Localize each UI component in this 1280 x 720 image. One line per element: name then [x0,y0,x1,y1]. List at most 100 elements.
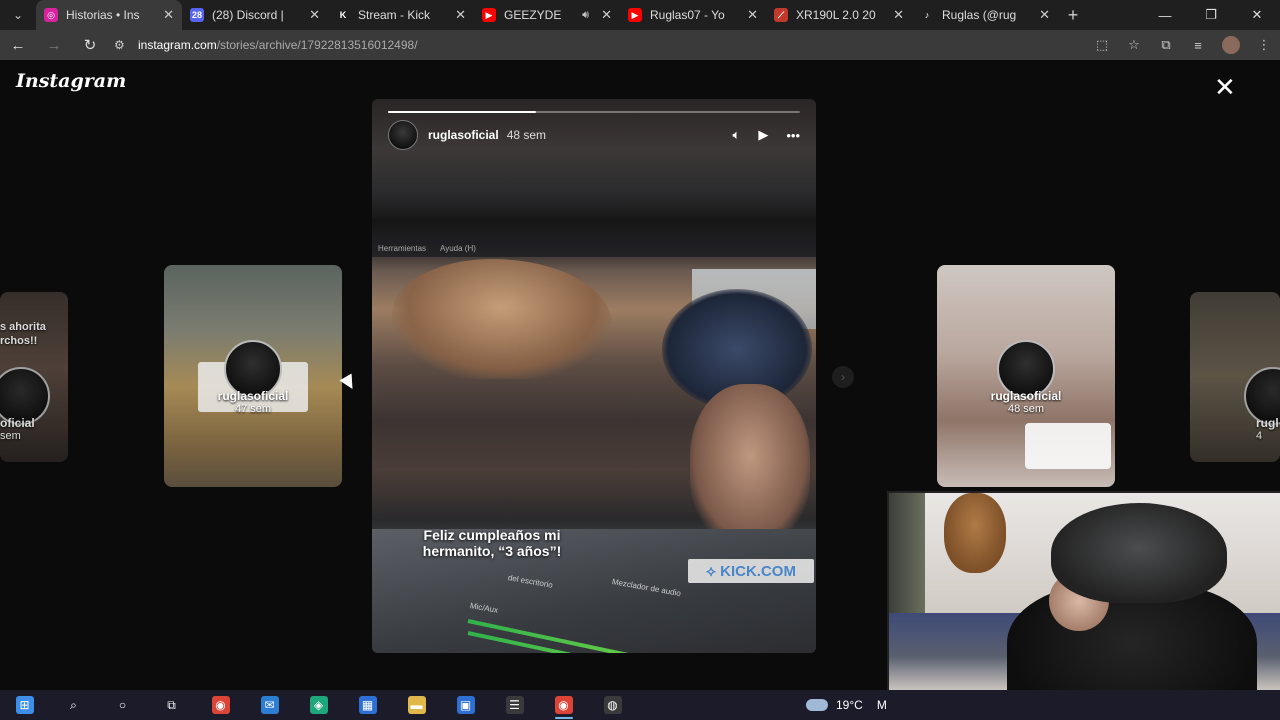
tab-title: (28) Discord | [212,8,284,22]
taskbar-explorer-button[interactable]: ▬ [392,690,441,720]
url-path: /stories/archive/17922813516012498/ [216,38,418,52]
taskbar-weather[interactable]: 19°C M [806,690,887,720]
back-arrow-icon[interactable]: ← [0,30,36,60]
new-tab-button[interactable]: + [1058,0,1088,30]
play-icon[interactable]: ▶ [758,127,768,143]
story-preview-previous[interactable]: ruglasoficial 47 sem [164,265,342,487]
preview-text: s ahorita rchos!! [0,321,46,347]
next-story-arrow-icon[interactable]: › [832,366,854,388]
forward-arrow-icon[interactable]: → [36,30,72,60]
taskbar-mail-button[interactable]: ✉ [245,690,294,720]
browser-tab[interactable]: ⟋ XR190L 2.0 20 ✕ [766,0,912,30]
obs-icon: ◍ [603,696,622,714]
story-avatar[interactable] [388,120,418,150]
site-info-icon[interactable]: ⚙ [114,38,138,52]
taskbar-store-button[interactable]: ▦ [343,690,392,720]
minimize-button[interactable]: — [1142,0,1188,30]
profile-avatar[interactable] [1222,36,1240,54]
browser-tab[interactable]: ◎ Historias • Ins ✕ [36,0,182,30]
preview-age: 4 [1256,430,1263,442]
chrome-menu-icon[interactable]: ⋮ [1248,30,1280,60]
chrome-active-icon: ◉ [554,696,573,714]
preview-username: ruglasoficial [990,389,1062,403]
taskbar-search-button[interactable]: ⌕ [49,690,98,720]
store-icon: ▦ [358,696,377,714]
browser-tab[interactable]: ▶ Ruglas07 - Yo ✕ [620,0,766,30]
browser-tab[interactable]: K Stream - Kick ✕ [328,0,474,30]
taskbar-obs-button[interactable]: ◍ [588,690,637,720]
reload-icon[interactable]: ↻ [72,30,108,60]
media-control-icon[interactable]: ≡ [1182,30,1214,60]
mouse-cursor-icon [339,373,359,393]
story-progress-bar [388,111,800,113]
calendar-icon: ▣ [456,696,475,714]
story-age: 48 sem [506,128,547,142]
address-toolbar: ← → ↻ ⚙ instagram.com/stories/archive/17… [0,30,1280,60]
tab-audio-icon[interactable]: 🔊︎ [582,9,589,22]
browser-tab[interactable]: ▶ GEEZYDE 🔊︎ ✕ [474,0,620,30]
tab-favicon-icon: ▶ [482,8,496,22]
taskbar-cortana-button[interactable]: ○ [98,690,147,720]
bookmark-star-icon[interactable]: ☆ [1118,30,1150,60]
tab-close-icon[interactable]: ✕ [601,7,612,23]
taskbar-chrome-button[interactable]: ◉ [196,690,245,720]
streamer-webcam-overlay [887,491,1280,720]
taskbar-start-button[interactable]: ⊞ [0,690,49,720]
window-controls: — ❐ ✕ [1142,0,1280,30]
kick-badge: ⟡ KICK.COM [688,559,814,583]
mail-icon: ✉ [260,696,279,714]
active-story[interactable]: Herramientas Ayuda (H) del escritorio Me… [372,99,816,653]
tab-favicon-icon: ▶ [628,8,642,22]
install-app-icon[interactable]: ⬚ [1086,30,1118,60]
preview-sticker-card [1025,423,1111,469]
volume-icon[interactable]: 🔈︎ [733,127,741,143]
webcam-teddy-bear [944,493,1006,573]
taskbar-chrome-active-button[interactable]: ◉ [539,690,588,720]
tab-close-icon[interactable]: ✕ [893,7,904,23]
tab-close-icon[interactable]: ✕ [747,7,758,23]
close-icon[interactable]: ✕ [1214,74,1236,100]
story-preview-far-left[interactable]: s ahorita rchos!! oficial sem [0,292,68,462]
more-options-icon[interactable]: ••• [786,128,800,143]
url-host: instagram.com [138,38,217,52]
story-preview-far-right[interactable]: rugl 4 [1190,292,1280,462]
screen-menu-item: Ayuda (H) [440,243,476,253]
taskbar-app-green-button[interactable]: ◈ [294,690,343,720]
story-preview-next[interactable]: ruglasoficial 48 sem [937,265,1115,487]
browser-tab[interactable]: 28 (28) Discord | ✕ [182,0,328,30]
tab-title: XR190L 2.0 20 [796,8,876,22]
tab-search-chevron-icon[interactable]: ⌄ [0,0,36,30]
restore-button[interactable]: ❐ [1188,0,1234,30]
cortana-icon: ○ [113,696,132,714]
url-bar[interactable]: ⚙ instagram.com/stories/archive/17922813… [114,33,974,57]
taskbar-app-white-button[interactable]: ☰ [490,690,539,720]
tab-title: Stream - Kick [358,8,431,22]
preview-age: 48 sem [1007,403,1045,415]
story-username[interactable]: ruglasoficial [428,128,499,142]
webcam-bucket-hat [1051,503,1227,603]
preview-username: rugl [1256,416,1279,430]
tab-favicon-icon: K [336,8,350,22]
tab-favicon-icon: ♪ [920,8,934,22]
tab-close-icon[interactable]: ✕ [163,7,174,23]
instagram-logo[interactable]: Instagram [16,70,126,92]
browser-tab[interactable]: ♪ Ruglas (@rug ✕ [912,0,1058,30]
story-photo-person-right [690,384,810,544]
tab-close-icon[interactable]: ✕ [309,7,320,23]
taskbar-calendar-button[interactable]: ▣ [441,690,490,720]
story-controls: 🔈︎ ▶ ••• [715,127,800,143]
tab-favicon-icon: ⟋ [774,8,788,22]
extensions-icon[interactable]: ⧉ [1150,30,1182,60]
cloud-icon [806,699,828,711]
taskbar-task-view-button[interactable]: ⧉ [147,690,196,720]
close-window-button[interactable]: ✕ [1234,0,1280,30]
search-icon: ⌕ [64,696,83,714]
weather-temperature: 19°C [836,698,863,712]
chrome-icon: ◉ [211,696,230,714]
tab-favicon-icon: ◎ [44,8,58,22]
tab-close-icon[interactable]: ✕ [1039,7,1050,23]
toolbar-actions: ⬚ ☆ ⧉ ≡ ⋮ [1086,30,1280,60]
story-caption: Feliz cumpleaños mi hermanito, “3 años”! [422,527,562,559]
tab-close-icon[interactable]: ✕ [455,7,466,23]
browser-tab-bar: ⌄ ◎ Historias • Ins ✕ 28 (28) Discord | ✕ K Str… [0,0,1280,30]
